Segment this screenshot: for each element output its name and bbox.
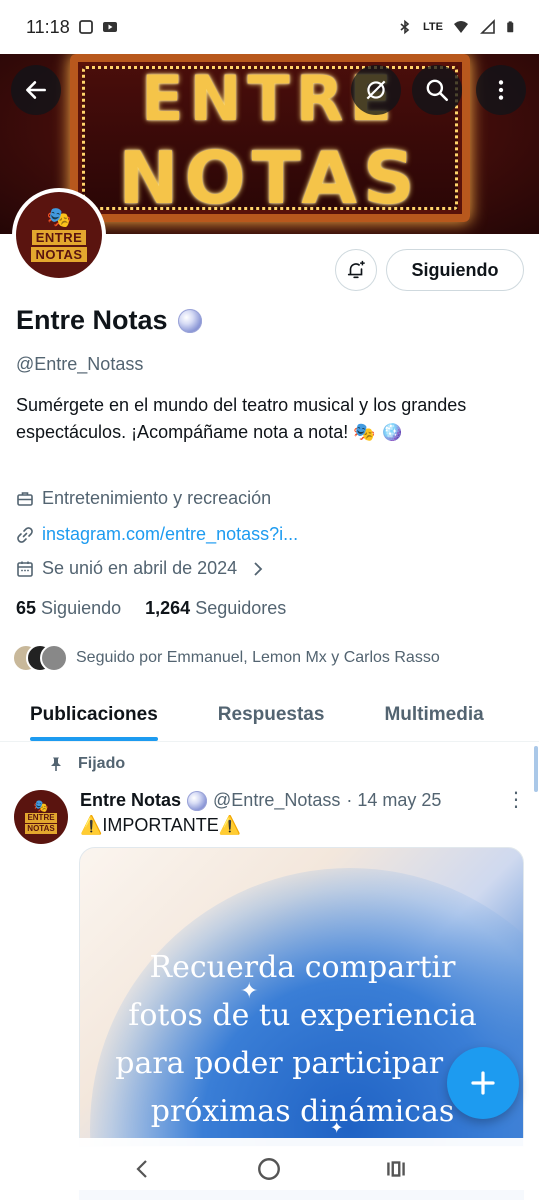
compose-post-button[interactable] xyxy=(447,1047,519,1119)
search-button[interactable] xyxy=(412,65,462,115)
tab-publicaciones[interactable]: Publicaciones xyxy=(30,688,158,741)
system-navigation-bar xyxy=(0,1138,539,1200)
notifications-button[interactable] xyxy=(335,249,377,291)
profile-link[interactable]: instagram.com/entre_notass?i... xyxy=(42,524,298,545)
post-avatar-text-line2: NOTAS xyxy=(25,824,57,834)
briefcase-icon xyxy=(17,491,33,506)
grok-button[interactable] xyxy=(351,65,401,115)
profile-category: Entretenimiento y recreación xyxy=(42,488,272,508)
post-author-avatar[interactable]: 🎭 ENTRE NOTAS xyxy=(14,790,68,844)
pin-icon xyxy=(51,757,61,771)
pinned-label: Fijado xyxy=(78,755,126,772)
back-nav-icon[interactable] xyxy=(131,1157,155,1181)
following-button[interactable]: Siguiendo xyxy=(386,249,524,291)
following-label: Siguiendo xyxy=(41,598,122,618)
tab-respuestas[interactable]: Respuestas xyxy=(218,688,325,741)
followers-count-link[interactable]: 1,264 Seguidores xyxy=(145,598,286,619)
tab-label: Publicaciones xyxy=(30,703,158,725)
pinned-label-row: Fijado xyxy=(48,755,125,773)
bluetooth-icon xyxy=(400,19,410,35)
follower-avatar xyxy=(40,644,68,672)
plus-icon xyxy=(471,1071,495,1095)
bell-plus-icon xyxy=(347,260,365,279)
home-nav-icon[interactable] xyxy=(256,1156,282,1182)
followed-by-row[interactable]: Seguido por Emmanuel, Lemon Mx y Carlos … xyxy=(12,644,440,672)
status-time: 11:18 xyxy=(26,16,70,37)
post-more-options[interactable]: ⋮ xyxy=(506,790,526,810)
profile-name: Entre Notas xyxy=(16,305,168,335)
signal-icon xyxy=(480,19,495,34)
scrollbar[interactable] xyxy=(534,746,538,792)
arrow-left-icon xyxy=(26,81,46,99)
post-date: · 14 may 25 xyxy=(346,790,442,810)
more-options-button[interactable] xyxy=(476,65,526,115)
post-author-handle[interactable]: @Entre_Notass xyxy=(213,790,340,811)
back-button[interactable] xyxy=(11,65,61,115)
profile-avatar[interactable]: 🎭 ENTRE NOTAS xyxy=(12,188,106,282)
joined-row[interactable]: Se unió en abril de 2024 xyxy=(16,558,267,579)
disco-ball-icon xyxy=(187,790,208,811)
search-icon xyxy=(426,79,449,102)
wifi-icon xyxy=(454,21,468,33)
tab-multimedia[interactable]: Multimedia xyxy=(384,688,483,741)
chevron-right-icon xyxy=(254,561,263,576)
network-type: LTE xyxy=(423,21,443,33)
followed-by-text: Seguido por Emmanuel, Lemon Mx y Carlos … xyxy=(76,649,440,666)
follow-counts: 65 Siguiendo 1,264 Seguidores xyxy=(16,598,286,619)
category-row: Entretenimiento y recreación xyxy=(16,488,271,509)
grok-icon xyxy=(366,80,386,100)
status-bar: 11:18 LTE xyxy=(0,0,539,54)
tab-label: Multimedia xyxy=(384,703,484,725)
following-count-link[interactable]: 65 Siguiendo xyxy=(16,598,121,619)
theater-masks-icon: 🎭 xyxy=(46,207,72,229)
more-vertical-icon xyxy=(498,80,504,100)
disco-ball-icon xyxy=(177,308,202,333)
recents-nav-icon[interactable] xyxy=(383,1156,409,1182)
youtube-icon xyxy=(102,22,117,32)
followers-count: 1,264 xyxy=(145,598,191,618)
profile-handle: @Entre_Notass xyxy=(16,354,144,374)
battery-icon xyxy=(507,21,514,33)
profile-bio: Sumérgete en el mundo del teatro musical… xyxy=(16,395,467,442)
post-header: Entre Notas @Entre_Notass · 14 may 25 xyxy=(80,790,441,811)
screenshot-icon xyxy=(78,20,93,34)
post-author-name[interactable]: Entre Notas xyxy=(80,790,181,811)
profile-name-row: Entre Notas xyxy=(16,305,202,336)
profile-joined: Se unió en abril de 2024 xyxy=(42,558,238,578)
calendar-icon xyxy=(17,561,33,577)
followers-label: Seguidores xyxy=(195,598,287,618)
profile-tabs: Publicaciones Respuestas Multimedia xyxy=(0,688,539,742)
avatar-text-line2: NOTAS xyxy=(31,247,87,262)
link-row: instagram.com/entre_notass?i... xyxy=(16,524,298,545)
avatar-text-line1: ENTRE xyxy=(31,230,87,245)
following-count: 65 xyxy=(16,598,37,618)
tab-label: Respuestas xyxy=(217,703,325,725)
post-text: ⚠️IMPORTANTE⚠️ xyxy=(80,815,242,835)
post-avatar-text-line1: ENTRE xyxy=(25,813,57,823)
link-icon xyxy=(17,526,33,543)
media-image-text: Recuerda compartir fotos de tu experienc… xyxy=(115,950,490,1129)
theater-masks-icon: 🎭 xyxy=(33,799,49,813)
